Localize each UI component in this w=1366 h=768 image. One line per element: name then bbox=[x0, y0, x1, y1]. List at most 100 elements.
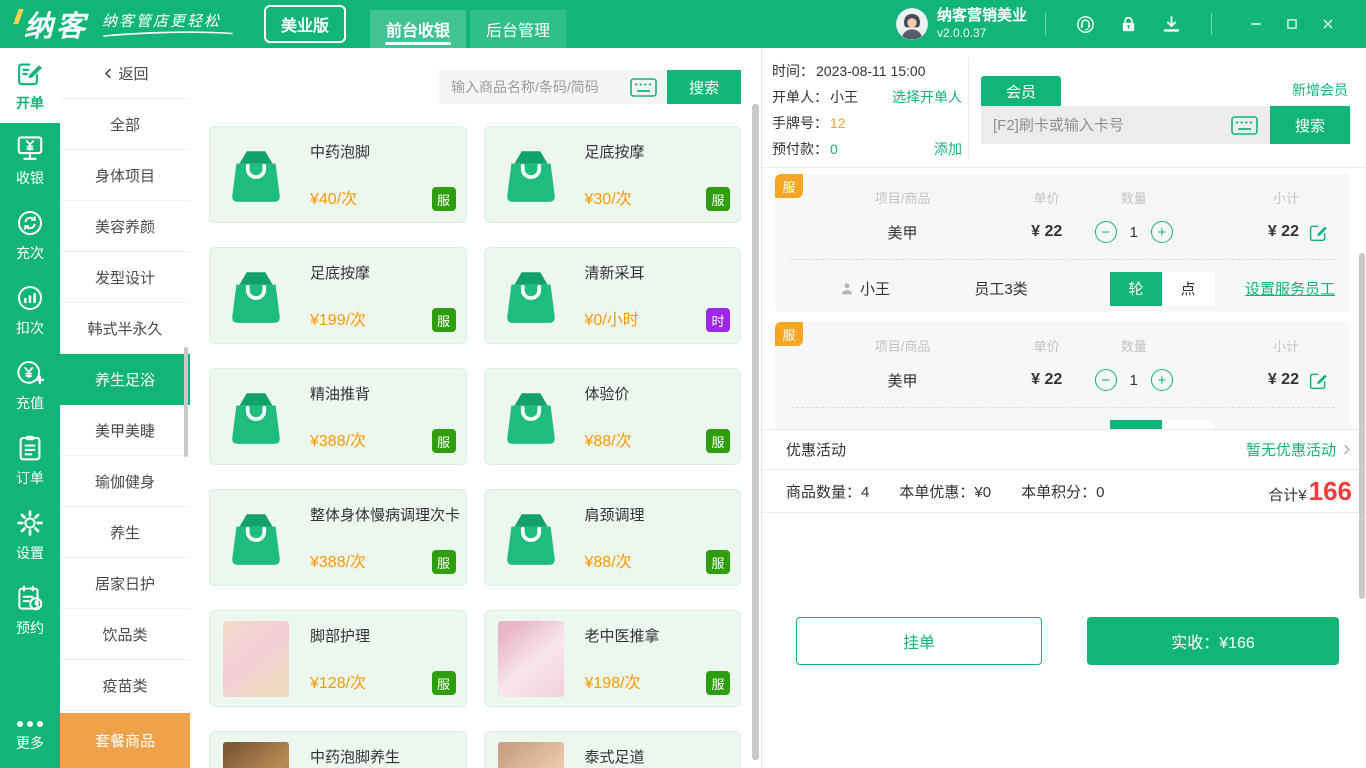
product-scrollbar[interactable] bbox=[752, 104, 759, 760]
order-info: 时间： 2023-08-11 15:00 开单人： 小王 选择开单人 手牌号： … bbox=[772, 56, 962, 161]
category-item[interactable]: 韩式半永久 bbox=[60, 303, 190, 354]
edit-price-icon[interactable] bbox=[1308, 222, 1329, 243]
person-icon bbox=[839, 281, 855, 297]
cart-item-data: 美甲 ¥ 22 − 1 + ¥ 22 bbox=[791, 365, 1335, 395]
toggle-round[interactable]: 轮 bbox=[1110, 272, 1162, 306]
category-sidebar: 返回 全部 身体项目 美容养颜 发型设计 韩式半永久 养生足浴 美甲美睫 瑜伽健… bbox=[60, 48, 190, 768]
member-search-button[interactable]: 搜索 bbox=[1270, 106, 1350, 144]
product-photo bbox=[223, 621, 289, 697]
product-card[interactable]: 体验价 ¥88/次 服 bbox=[484, 368, 742, 465]
set-staff-link[interactable]: 设置服务员工 bbox=[1245, 426, 1335, 429]
maximize-button[interactable] bbox=[1282, 14, 1302, 34]
account-name: 纳客营销美业 bbox=[937, 7, 1027, 26]
logo-text: 纳客 bbox=[16, 3, 88, 45]
toggle-pick[interactable]: 点 bbox=[1162, 272, 1214, 306]
category-item[interactable]: 养生 bbox=[60, 507, 190, 558]
category-item-all[interactable]: 全部 bbox=[60, 99, 190, 150]
new-member-link[interactable]: 新增会员 bbox=[1292, 80, 1348, 100]
service-badge: 服 bbox=[432, 187, 456, 211]
order-points: 本单积分：0 bbox=[1021, 481, 1104, 502]
plus-button[interactable]: + bbox=[1151, 369, 1173, 391]
product-card[interactable]: 中药泡脚养生 bbox=[209, 731, 467, 768]
member-card-box bbox=[981, 106, 1270, 144]
category-item[interactable]: 美甲美睫 bbox=[60, 405, 190, 456]
keyboard-icon[interactable] bbox=[1231, 116, 1258, 135]
tab-backend-manage[interactable]: 后台管理 bbox=[470, 10, 566, 48]
category-scrollbar[interactable] bbox=[184, 347, 188, 457]
divider bbox=[1045, 13, 1046, 35]
category-package-products[interactable]: 套餐商品 bbox=[60, 713, 190, 768]
keyboard-icon[interactable] bbox=[630, 78, 657, 97]
product-card[interactable]: 泰式足道 bbox=[484, 731, 742, 768]
product-price: ¥30/次 bbox=[585, 185, 632, 209]
cart-item-headers: 项目/商品 单价 数量 小计 bbox=[791, 174, 1335, 207]
sidebar-item-cashier[interactable]: 收银 bbox=[0, 123, 60, 198]
category-item[interactable]: 发型设计 bbox=[60, 252, 190, 303]
edition-badge[interactable]: 美业版 bbox=[264, 5, 346, 43]
product-search-button[interactable]: 搜索 bbox=[667, 70, 741, 104]
add-prepay-link[interactable]: 添加 bbox=[934, 139, 962, 159]
deduct-times-icon bbox=[15, 283, 45, 313]
sidebar-item-more[interactable]: 更多 bbox=[0, 702, 60, 768]
lock-icon[interactable] bbox=[1118, 14, 1139, 35]
minus-button[interactable]: − bbox=[1095, 369, 1117, 391]
chevron-left-icon bbox=[101, 66, 116, 81]
promo-row: 优惠活动 暂无优惠活动 bbox=[762, 429, 1366, 469]
category-item[interactable]: 居家日护 bbox=[60, 558, 190, 609]
category-item[interactable]: 身体项目 bbox=[60, 150, 190, 201]
product-photo bbox=[498, 621, 564, 697]
sidebar-item-orders[interactable]: 订单 bbox=[0, 423, 60, 498]
cart-item-staff-row: 小王 员工3类 轮 点 设置服务员工 bbox=[791, 259, 1335, 317]
bag-icon bbox=[498, 500, 564, 576]
category-item[interactable]: 疫苗类 bbox=[60, 660, 190, 711]
toggle-pick[interactable]: 点 bbox=[1162, 420, 1214, 430]
service-badge: 服 bbox=[432, 308, 456, 332]
plus-button[interactable]: + bbox=[1151, 221, 1173, 243]
product-card[interactable]: 整体身体慢病调理次卡 ¥388/次 服 bbox=[209, 489, 467, 586]
product-search-box bbox=[439, 70, 667, 104]
category-item-selected[interactable]: 养生足浴 bbox=[60, 354, 190, 405]
category-back[interactable]: 返回 bbox=[60, 48, 190, 99]
category-item[interactable]: 瑜伽健身 bbox=[60, 456, 190, 507]
close-button[interactable] bbox=[1318, 14, 1338, 34]
sidebar-item-recharge-times[interactable]: 充次 bbox=[0, 198, 60, 273]
sidebar-item-settings[interactable]: 设置 bbox=[0, 498, 60, 573]
sidebar-item-open-order[interactable]: 开单 bbox=[0, 48, 60, 123]
tab-front-cashier[interactable]: 前台收银 bbox=[370, 10, 466, 48]
product-card[interactable]: 中药泡脚 ¥40/次 服 bbox=[209, 126, 467, 223]
support-icon[interactable] bbox=[1075, 14, 1096, 35]
sidebar-item-appointment[interactable]: 预约 bbox=[0, 573, 60, 648]
minimize-button[interactable] bbox=[1246, 14, 1266, 34]
cart-scrollbar[interactable] bbox=[1359, 253, 1365, 599]
choose-operator-link[interactable]: 选择开单人 bbox=[892, 87, 962, 107]
download-icon[interactable] bbox=[1161, 14, 1182, 35]
member-tab[interactable]: 会员 bbox=[981, 76, 1061, 106]
category-item[interactable]: 美容养颜 bbox=[60, 201, 190, 252]
avatar[interactable] bbox=[896, 8, 928, 40]
product-price: ¥88/次 bbox=[585, 427, 632, 451]
promo-link[interactable]: 暂无优惠活动 bbox=[1246, 439, 1354, 460]
product-card[interactable]: 精油推背 ¥388/次 服 bbox=[209, 368, 467, 465]
account-info: 纳客营销美业 v2.0.0.37 bbox=[937, 7, 1027, 41]
sidebar-item-deduct-times[interactable]: 扣次 bbox=[0, 273, 60, 348]
category-item[interactable]: 饮品类 bbox=[60, 609, 190, 660]
charge-button[interactable]: 实收：¥166 bbox=[1087, 617, 1339, 665]
sidebar-item-recharge[interactable]: 充值 bbox=[0, 348, 60, 423]
product-card[interactable]: 肩颈调理 ¥88/次 服 bbox=[484, 489, 742, 586]
item-count: 商品数量：4 bbox=[786, 481, 869, 502]
product-card[interactable]: 脚部护理 ¥128/次 服 bbox=[209, 610, 467, 707]
product-search-input[interactable] bbox=[451, 79, 630, 95]
product-card[interactable]: 足底按摩 ¥199/次 服 bbox=[209, 247, 467, 344]
product-card[interactable]: 老中医推拿 ¥198/次 服 bbox=[484, 610, 742, 707]
hold-order-button[interactable]: 挂单 bbox=[796, 617, 1042, 665]
product-card[interactable]: 足底按摩 ¥30/次 服 bbox=[484, 126, 742, 223]
edit-price-icon[interactable] bbox=[1308, 370, 1329, 391]
set-staff-link[interactable]: 设置服务员工 bbox=[1245, 278, 1335, 299]
member-card-input[interactable] bbox=[993, 117, 1231, 134]
product-card[interactable]: 清新采耳 ¥0/小时 时 bbox=[484, 247, 742, 344]
order-header: 时间： 2023-08-11 15:00 开单人： 小王 选择开单人 手牌号： … bbox=[762, 48, 1366, 168]
toggle-round[interactable]: 轮 bbox=[1110, 420, 1162, 430]
minus-button[interactable]: − bbox=[1095, 221, 1117, 243]
bag-icon bbox=[498, 137, 564, 213]
product-price: ¥388/次 bbox=[310, 548, 366, 572]
